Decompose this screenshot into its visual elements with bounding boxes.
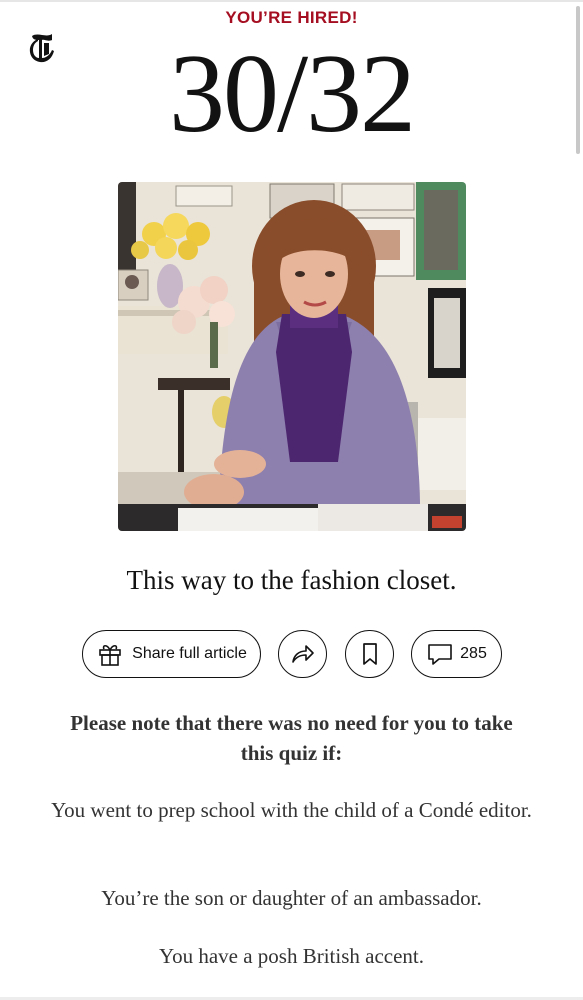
result-photo [118, 182, 466, 531]
note-item-ambassador: You’re the son or daughter of an ambassa… [101, 886, 482, 910]
share-full-article-label: Share full article [132, 645, 247, 662]
note-item-prep-school: You went to prep school with the child o… [51, 798, 532, 822]
save-bookmark-button[interactable] [345, 630, 394, 678]
top-divider [0, 0, 583, 2]
photo-caption: This way to the fashion closet. [126, 565, 457, 595]
comment-icon [428, 644, 452, 665]
gift-icon [99, 644, 121, 666]
note-heading: Please note that there was no need for y… [70, 711, 513, 765]
comments-count: 285 [460, 645, 487, 662]
share-button[interactable] [278, 630, 327, 678]
note-item-british-accent: You have a posh British accent. [159, 944, 424, 968]
comments-button[interactable]: 285 [411, 630, 502, 678]
bookmark-icon [362, 643, 377, 665]
result-kicker: YOU’RE HIRED! [225, 8, 358, 27]
share-full-article-button[interactable]: Share full article [82, 630, 261, 678]
share-arrow-icon [291, 645, 314, 663]
quiz-score: 30/32 [168, 32, 416, 156]
article-actions-bar: Share full article 285 [0, 630, 583, 678]
